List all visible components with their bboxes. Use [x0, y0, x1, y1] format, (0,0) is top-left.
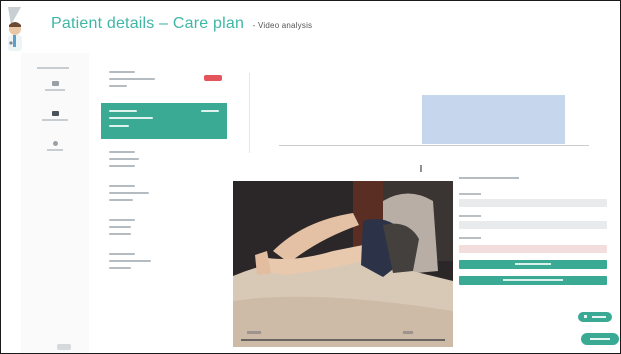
save-button[interactable] — [581, 333, 619, 345]
x-axis — [279, 145, 589, 146]
list-item[interactable] — [101, 179, 227, 209]
check-icon — [590, 338, 610, 340]
form-field-1[interactable] — [459, 199, 607, 207]
sidebar-header-placeholder — [37, 67, 69, 69]
app-window: Patient details – Care plan - Video anal… — [0, 0, 621, 354]
add-button[interactable] — [578, 312, 612, 322]
y-axis — [249, 73, 250, 153]
x-tick — [420, 165, 422, 172]
list-item[interactable] — [101, 247, 227, 277]
sidebar-footer-button[interactable] — [57, 344, 71, 350]
form-title — [459, 177, 519, 179]
doctor-avatar-icon — [8, 7, 22, 51]
field-label — [459, 237, 481, 239]
list-item[interactable] — [101, 213, 227, 243]
grid-icon — [51, 81, 59, 86]
secondary-action-button[interactable] — [459, 276, 607, 285]
list-item-selected[interactable] — [101, 103, 227, 139]
video-player[interactable] — [233, 181, 453, 347]
list-item[interactable] — [101, 145, 227, 175]
person-icon — [52, 141, 58, 146]
page-subtitle: - Video analysis — [252, 21, 313, 30]
page-header: Patient details – Care plan - Video anal… — [1, 1, 620, 53]
primary-action-button[interactable] — [459, 260, 607, 269]
monitor-icon — [51, 111, 59, 116]
form-field-3[interactable] — [459, 245, 607, 253]
field-label — [459, 193, 481, 195]
sidebar-item-1[interactable] — [35, 81, 75, 91]
sidebar-item-3[interactable] — [35, 141, 75, 151]
record-list — [101, 65, 227, 353]
chart-bar — [422, 95, 565, 144]
page-title: Patient details – Care plan - Video anal… — [51, 15, 312, 33]
list-item[interactable] — [101, 65, 227, 95]
field-label — [459, 215, 481, 217]
sidebar-item-2[interactable] — [35, 111, 75, 121]
video-frame — [233, 181, 453, 347]
bar-chart — [249, 73, 589, 183]
sidebar-nav — [21, 53, 89, 353]
care-plan-app — [21, 53, 620, 353]
analysis-form — [457, 173, 609, 293]
page-title-text: Patient details – Care plan — [51, 15, 245, 32]
form-field-2[interactable] — [459, 221, 607, 229]
plus-icon — [584, 315, 587, 318]
delete-button[interactable] — [204, 75, 222, 81]
